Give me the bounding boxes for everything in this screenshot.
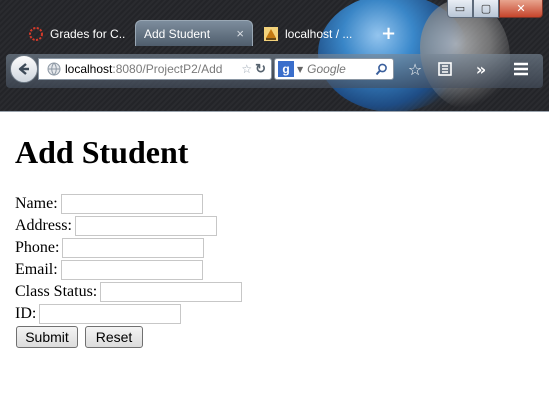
address-input[interactable] [74, 216, 217, 236]
back-arrow-icon [18, 63, 29, 75]
tab-grades[interactable]: Grades for C... [20, 22, 133, 46]
phone-label: Phone: [15, 239, 60, 256]
page-title: Add Student [15, 134, 189, 170]
tab-localhost[interactable]: localhost / ... [255, 22, 373, 46]
email-row: Email: [15, 259, 203, 281]
menu-icon[interactable] [508, 56, 534, 82]
ring-logo-icon [28, 26, 44, 42]
tab-add-student[interactable]: Add Student × [135, 20, 253, 46]
new-tab-button[interactable]: + [381, 22, 396, 46]
name-row: Name: [15, 193, 203, 215]
reset-button[interactable]: Reset [85, 326, 143, 348]
phpmyadmin-icon [263, 26, 279, 42]
browser-chrome: ▭ ▢ ✕ Grades for C... Add Student × loca… [0, 0, 549, 112]
name-input[interactable] [60, 194, 203, 214]
browser-window: ▭ ▢ ✕ Grades for C... Add Student × loca… [0, 0, 549, 417]
search-placeholder: Google [307, 62, 346, 76]
close-window-button[interactable]: ✕ [499, 0, 543, 18]
id-row: ID: [15, 303, 182, 325]
url-host: localhost [65, 62, 113, 76]
id-label: ID: [15, 305, 37, 322]
tab-label: localhost / ... [285, 27, 353, 41]
search-engine-dropdown-icon[interactable]: ▼ [297, 65, 303, 74]
google-search-engine-icon[interactable]: g [278, 61, 294, 77]
bookmarks-menu-icon[interactable] [432, 56, 458, 82]
page-content: Add Student Name: Address: Phone: Email:… [0, 111, 549, 417]
tab-label: Add Student [144, 26, 211, 41]
search-magnifier-icon[interactable] [375, 63, 388, 76]
more-tools-chevron-icon[interactable]: » [468, 56, 494, 82]
address-row: Address: [15, 215, 217, 237]
email-label: Email: [15, 261, 58, 278]
address-label: Address: [15, 217, 72, 234]
site-identity-globe-icon[interactable] [47, 62, 61, 76]
url-text: localhost:8080/ProjectP2/Add [65, 62, 222, 76]
reload-icon[interactable]: ↻ [255, 61, 266, 77]
phone-row: Phone: [15, 237, 205, 259]
minimize-button[interactable]: ▭ [447, 0, 473, 18]
bookmark-star-icon[interactable]: ☆ [241, 62, 252, 76]
close-tab-icon[interactable]: × [236, 26, 244, 41]
class-status-row: Class Status: [15, 281, 243, 303]
tab-label: Grades for C... [50, 27, 125, 41]
url-path: :8080/ProjectP2/Add [112, 62, 223, 76]
search-bar[interactable]: g ▼ Google [274, 58, 394, 80]
window-controls: ▭ ▢ ✕ [447, 0, 543, 20]
class-status-label: Class Status: [15, 283, 98, 300]
back-button[interactable] [10, 55, 38, 83]
phone-input[interactable] [62, 238, 205, 258]
bookmarks-star-icon[interactable]: ☆ [402, 56, 428, 82]
email-input[interactable] [60, 260, 203, 280]
class-status-input[interactable] [100, 282, 243, 302]
id-input[interactable] [39, 304, 182, 324]
maximize-button[interactable]: ▢ [473, 0, 499, 18]
navigation-toolbar: localhost:8080/ProjectP2/Add ☆ ↻ g ▼ Goo… [6, 46, 543, 90]
name-label: Name: [15, 195, 58, 212]
tab-strip: Grades for C... Add Student × localhost … [20, 20, 396, 46]
submit-button[interactable]: Submit [16, 326, 78, 348]
url-bar[interactable]: localhost:8080/ProjectP2/Add ☆ ↻ [38, 58, 272, 80]
